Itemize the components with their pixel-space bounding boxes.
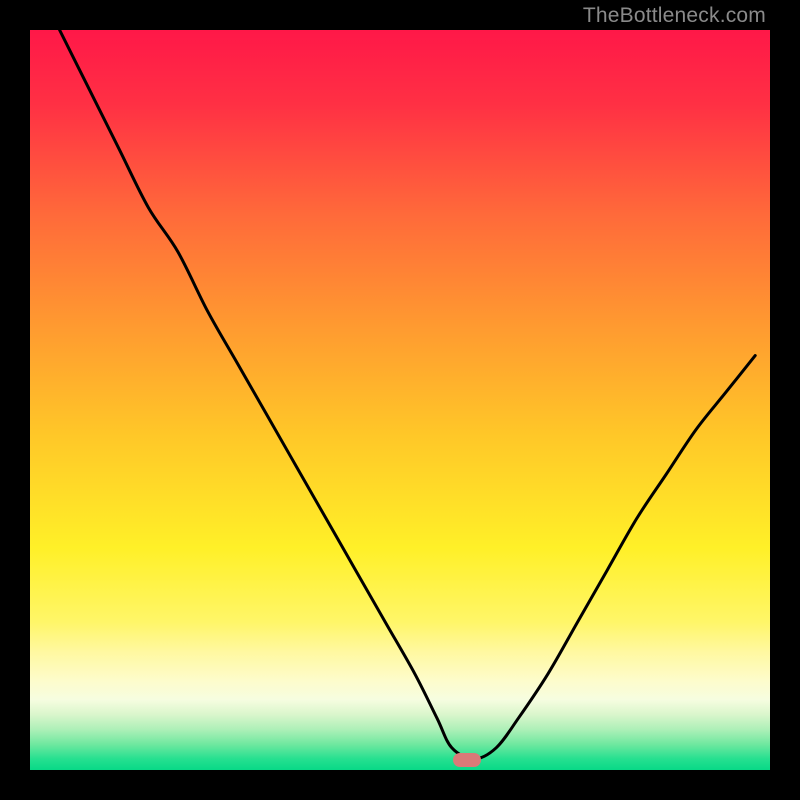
watermark-text: TheBottleneck.com bbox=[583, 4, 766, 28]
plot-area bbox=[30, 30, 770, 770]
bottleneck-curve bbox=[30, 30, 770, 770]
optimum-marker bbox=[453, 753, 481, 767]
chart-frame: TheBottleneck.com bbox=[0, 0, 800, 800]
